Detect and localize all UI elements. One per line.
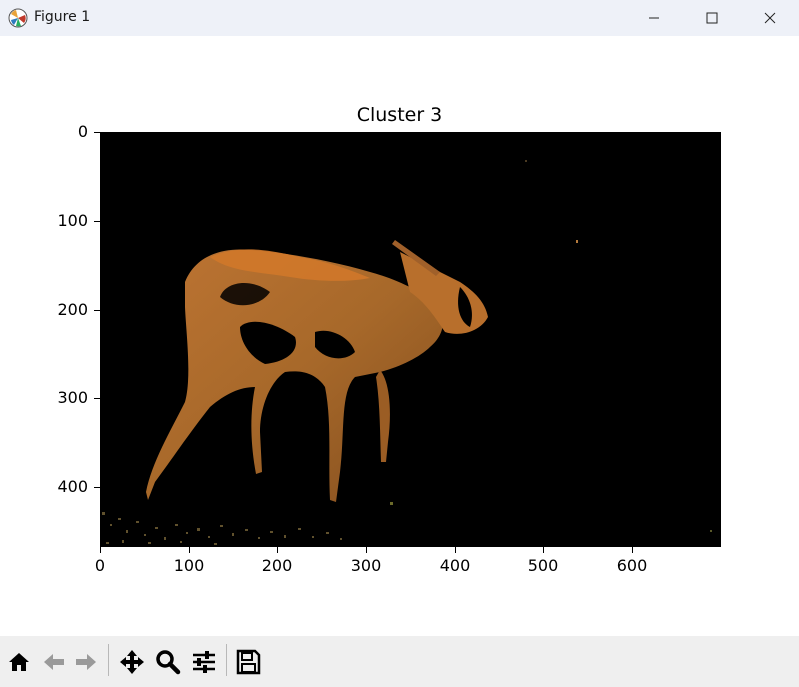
- back-icon: [44, 654, 64, 670]
- x-tick-label: 600: [616, 556, 648, 575]
- cluster-image-axes[interactable]: [100, 132, 721, 547]
- x-tick-label: 400: [439, 556, 471, 575]
- x-tick-label: 100: [173, 556, 205, 575]
- configure-subplots-icon: [193, 651, 215, 673]
- toolbar-separator: [226, 644, 227, 676]
- navigation-toolbar: [0, 636, 799, 687]
- x-tick-mark: [100, 547, 101, 553]
- window-titlebar: Figure 1: [0, 0, 799, 36]
- minimize-icon: [649, 17, 659, 19]
- x-tick-mark: [632, 547, 633, 553]
- y-tick-label: 200: [57, 300, 88, 319]
- x-tick-mark: [455, 547, 456, 553]
- x-tick-mark: [277, 547, 278, 553]
- y-tick-label: 100: [57, 211, 88, 230]
- x-tick-mark: [366, 547, 367, 553]
- save-icon: [236, 649, 261, 675]
- forward-button[interactable]: [70, 646, 102, 678]
- forward-icon: [76, 654, 96, 670]
- y-tick-label: 300: [57, 388, 88, 407]
- home-icon: [9, 653, 29, 671]
- x-tick-label: 0: [94, 556, 106, 575]
- toolbar-separator: [108, 644, 109, 676]
- close-icon: [764, 12, 776, 24]
- y-tick-label: 400: [57, 477, 88, 496]
- window-title: Figure 1: [34, 9, 91, 25]
- x-tick-label: 500: [527, 556, 559, 575]
- pan-button[interactable]: [116, 646, 148, 678]
- x-tick-label: 200: [261, 556, 293, 575]
- pan-icon: [120, 650, 144, 674]
- configure-subplots-button[interactable]: [188, 646, 220, 678]
- matplotlib-app-icon: [8, 8, 28, 28]
- x-tick-label: 300: [350, 556, 382, 575]
- save-button[interactable]: [232, 646, 264, 678]
- minimize-button[interactable]: [625, 0, 683, 36]
- zoom-button[interactable]: [152, 646, 184, 678]
- maximize-icon: [706, 12, 718, 24]
- close-button[interactable]: [741, 0, 799, 36]
- x-tick-mark: [543, 547, 544, 553]
- plot-title: Cluster 3: [356, 104, 443, 126]
- x-tick-mark: [189, 547, 190, 553]
- zoom-icon: [156, 650, 181, 675]
- y-tick-label: 0: [77, 122, 88, 141]
- segmented-antelope-image: [102, 160, 712, 545]
- home-button[interactable]: [3, 646, 35, 678]
- back-button[interactable]: [38, 646, 70, 678]
- maximize-button[interactable]: [683, 0, 741, 36]
